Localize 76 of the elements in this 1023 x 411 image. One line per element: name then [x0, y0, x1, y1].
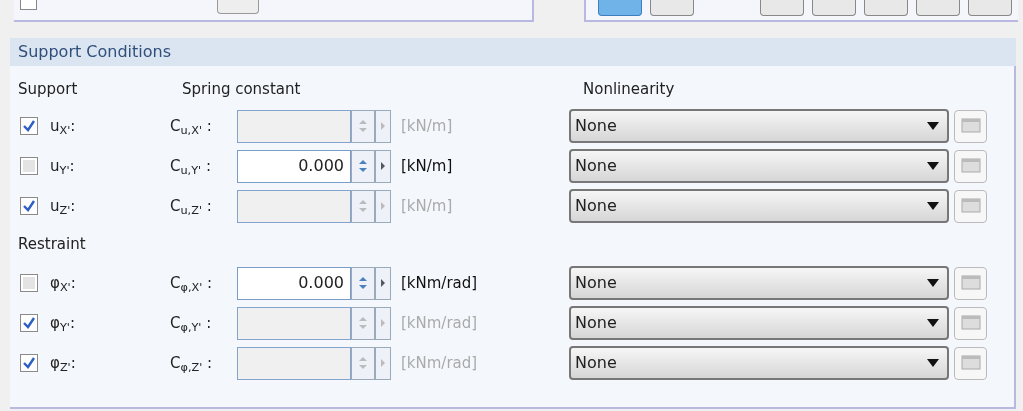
toolbar-button[interactable] [916, 0, 960, 16]
constant-label: C$_{u,Y'}$ : [170, 155, 212, 178]
checkbox[interactable] [20, 0, 37, 10]
menu-button[interactable] [375, 149, 391, 183]
up-down-arrows-icon [358, 199, 368, 213]
arrow-right-icon [380, 359, 386, 367]
unit-label: [kN/m] [401, 155, 454, 177]
window-icon [960, 158, 981, 174]
checkbox[interactable] [20, 157, 38, 175]
spinner-button[interactable] [351, 149, 375, 183]
support-label: u$_{Z'}$: [50, 195, 77, 218]
window-icon [960, 315, 981, 331]
arrow-right-icon [380, 162, 386, 170]
toolbar-button[interactable] [864, 0, 908, 16]
spinner-button[interactable] [351, 189, 375, 223]
settings-button[interactable] [954, 149, 987, 183]
support-label: φ$_{X'}$: [50, 272, 77, 295]
up-down-arrows-icon [358, 316, 368, 330]
unit-label: [kNm/rad] [401, 352, 479, 374]
support-label: φ$_{Y'}$: [50, 312, 76, 335]
caret-icon [927, 162, 939, 170]
toolbar-button[interactable] [760, 0, 804, 16]
column-header: Spring constant [182, 78, 302, 100]
settings-button[interactable] [954, 189, 987, 223]
unit-label: [kN/m] [401, 195, 454, 217]
up-down-arrows-icon [358, 276, 368, 290]
spinner-button[interactable] [351, 109, 375, 143]
checkbox[interactable] [20, 274, 38, 292]
caret-icon [927, 279, 939, 287]
support-label: φ$_{Z'}$: [50, 352, 77, 375]
unit-label: [kNm/rad] [401, 312, 479, 334]
arrow-right-icon [380, 202, 386, 210]
caret-icon [927, 319, 939, 327]
toolbar-button[interactable] [598, 0, 642, 16]
spinner-button[interactable] [351, 346, 375, 380]
settings-button[interactable] [954, 306, 987, 340]
settings-button[interactable] [217, 0, 259, 14]
support-label: u$_{Y'}$: [50, 155, 76, 178]
caret-icon [927, 202, 939, 210]
constant-label: C$_{φ,X'}$ : [170, 272, 214, 295]
unit-label: [kNm/rad] [401, 272, 479, 294]
number-field[interactable]: 0.000 [237, 149, 351, 183]
arrow-right-icon [380, 319, 386, 327]
caret-icon [927, 359, 939, 367]
toolbar-button[interactable] [812, 0, 856, 16]
column-header: Support [18, 78, 79, 100]
toolbar-button[interactable] [968, 0, 1012, 16]
number-field[interactable]: 0.000 [237, 266, 351, 300]
up-down-arrows-icon [358, 159, 368, 173]
settings-button[interactable] [954, 109, 987, 143]
settings-button[interactable] [954, 346, 987, 380]
constant-label: C$_{u,Z'}$ : [170, 195, 213, 218]
toolbar-button[interactable] [650, 0, 694, 16]
nonlinearity-dropdown[interactable]: None [569, 149, 949, 183]
up-down-arrows-icon [358, 356, 368, 370]
window-icon [960, 118, 981, 134]
window-icon [960, 275, 981, 291]
spinner-button[interactable] [351, 306, 375, 340]
constant-label: C$_{φ,Z'}$ : [170, 352, 214, 375]
spinner-button[interactable] [351, 266, 375, 300]
unit-label: [kN/m] [401, 115, 454, 137]
caret-icon [927, 122, 939, 130]
column-header: Nonlinearity [583, 78, 675, 100]
up-down-arrows-icon [358, 119, 368, 133]
constant-label: C$_{φ,Y'}$ : [170, 312, 213, 335]
window-icon [960, 355, 981, 371]
group-header: Restraint [18, 233, 86, 255]
nonlinearity-dropdown[interactable]: None [569, 266, 949, 300]
settings-button[interactable] [954, 266, 987, 300]
arrow-right-icon [380, 122, 386, 130]
section-header: Support Conditions [10, 38, 1016, 66]
arrow-right-icon [380, 279, 386, 287]
window-icon [960, 198, 981, 214]
support-label: u$_{X'}$: [50, 115, 77, 138]
constant-label: C$_{u,X'}$ : [170, 115, 213, 138]
menu-button[interactable] [375, 266, 391, 300]
